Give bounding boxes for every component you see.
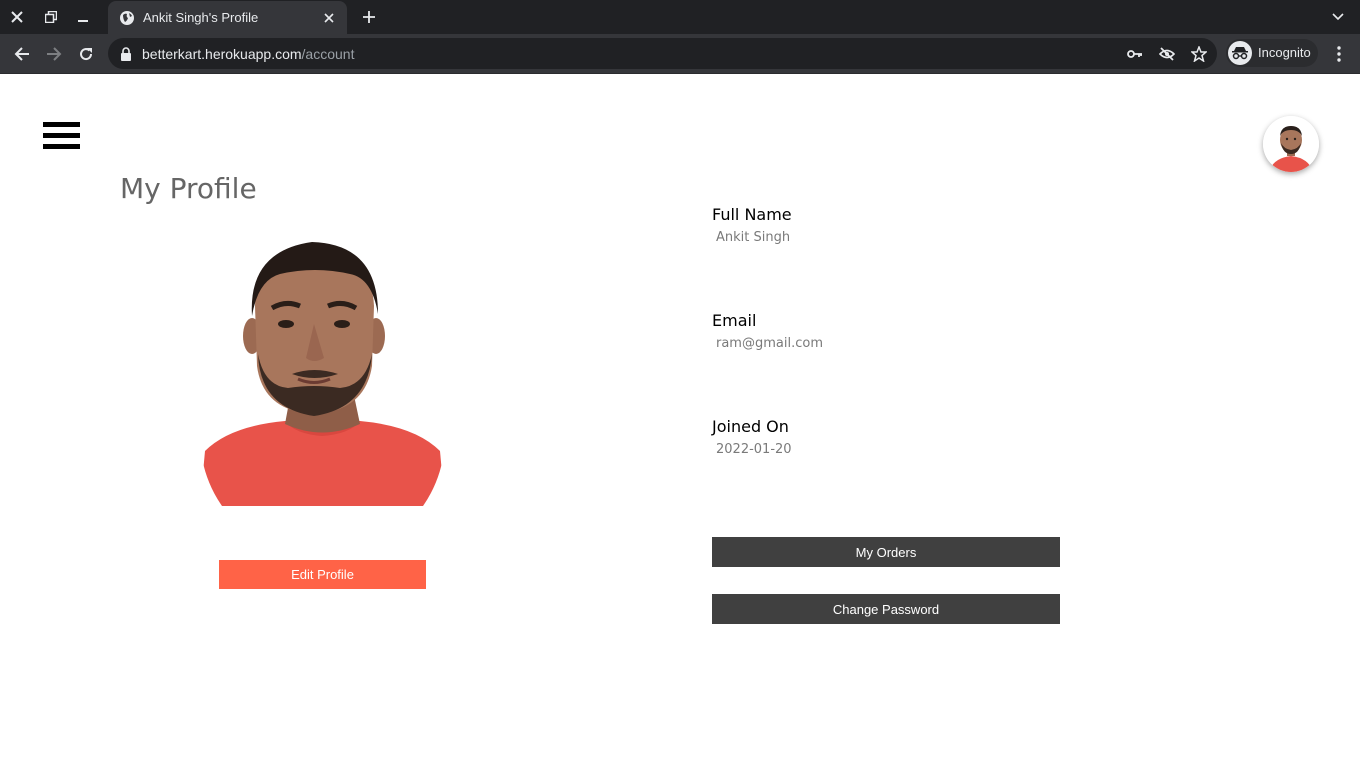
joined-on-label: Joined On (712, 417, 789, 436)
my-orders-button[interactable]: My Orders (712, 537, 1060, 567)
incognito-indicator[interactable]: Incognito (1226, 39, 1318, 67)
reload-button[interactable] (72, 40, 100, 68)
new-tab-button[interactable] (358, 6, 380, 28)
hamburger-menu-icon[interactable] (43, 122, 80, 150)
url-path: /account (301, 46, 355, 62)
browser-tab-strip: Ankit Singh's Profile (0, 0, 1360, 34)
user-avatar[interactable] (1263, 116, 1319, 172)
address-bar[interactable]: betterkart.herokuapp.com/account (108, 38, 1217, 69)
url-host: betterkart.herokuapp.com (142, 46, 302, 62)
url-text[interactable]: betterkart.herokuapp.com/account (142, 46, 354, 62)
incognito-label: Incognito (1258, 45, 1311, 60)
lock-icon (121, 47, 131, 61)
tracking-protection-button[interactable] (1157, 44, 1177, 64)
bookmark-button[interactable] (1189, 44, 1209, 64)
close-window-button[interactable] (0, 0, 34, 34)
minimize-window-button[interactable] (66, 0, 100, 34)
star-icon (1191, 46, 1207, 62)
forward-button[interactable] (40, 40, 68, 68)
chevron-down-icon (1332, 13, 1344, 21)
password-key-button[interactable] (1125, 44, 1145, 64)
kebab-icon (1337, 46, 1341, 62)
edit-profile-button[interactable]: Edit Profile (219, 560, 426, 589)
arrow-left-icon (14, 47, 29, 61)
full-name-value: Ankit Singh (716, 230, 791, 245)
close-icon (324, 13, 334, 23)
email-field: Email ram@gmail.com (712, 311, 823, 351)
browser-toolbar: betterkart.herokuapp.com/account Incogni… (0, 34, 1360, 74)
change-password-button[interactable]: Change Password (712, 594, 1060, 624)
full-name-label: Full Name (712, 205, 792, 224)
full-name-field: Full Name Ankit Singh (712, 205, 792, 245)
joined-on-field: Joined On 2022-01-20 (712, 417, 792, 457)
email-value: ram@gmail.com (716, 336, 823, 351)
page-title: My Profile (120, 172, 257, 205)
minimize-icon (78, 20, 88, 22)
page-content: My Profile Edit Profile Full Name Ankit … (0, 74, 1360, 768)
eye-off-icon (1159, 47, 1175, 61)
restore-icon (45, 11, 57, 23)
joined-on-value: 2022-01-20 (716, 442, 792, 457)
restore-window-button[interactable] (34, 0, 68, 34)
globe-icon (120, 11, 134, 25)
browser-menu-button[interactable] (1329, 44, 1349, 64)
active-tab[interactable]: Ankit Singh's Profile (108, 1, 347, 34)
email-label: Email (712, 311, 757, 330)
back-button[interactable] (8, 40, 36, 68)
close-tab-button[interactable] (320, 9, 338, 27)
reload-icon (80, 48, 93, 61)
profile-photo (200, 236, 445, 506)
tab-title: Ankit Singh's Profile (143, 10, 259, 25)
plus-icon (363, 11, 375, 23)
key-icon (1127, 50, 1142, 58)
arrow-right-icon (47, 47, 62, 61)
incognito-icon (1228, 41, 1252, 65)
avatar-photo (1263, 116, 1319, 172)
close-icon (11, 11, 23, 23)
tab-search-button[interactable] (1328, 8, 1348, 26)
